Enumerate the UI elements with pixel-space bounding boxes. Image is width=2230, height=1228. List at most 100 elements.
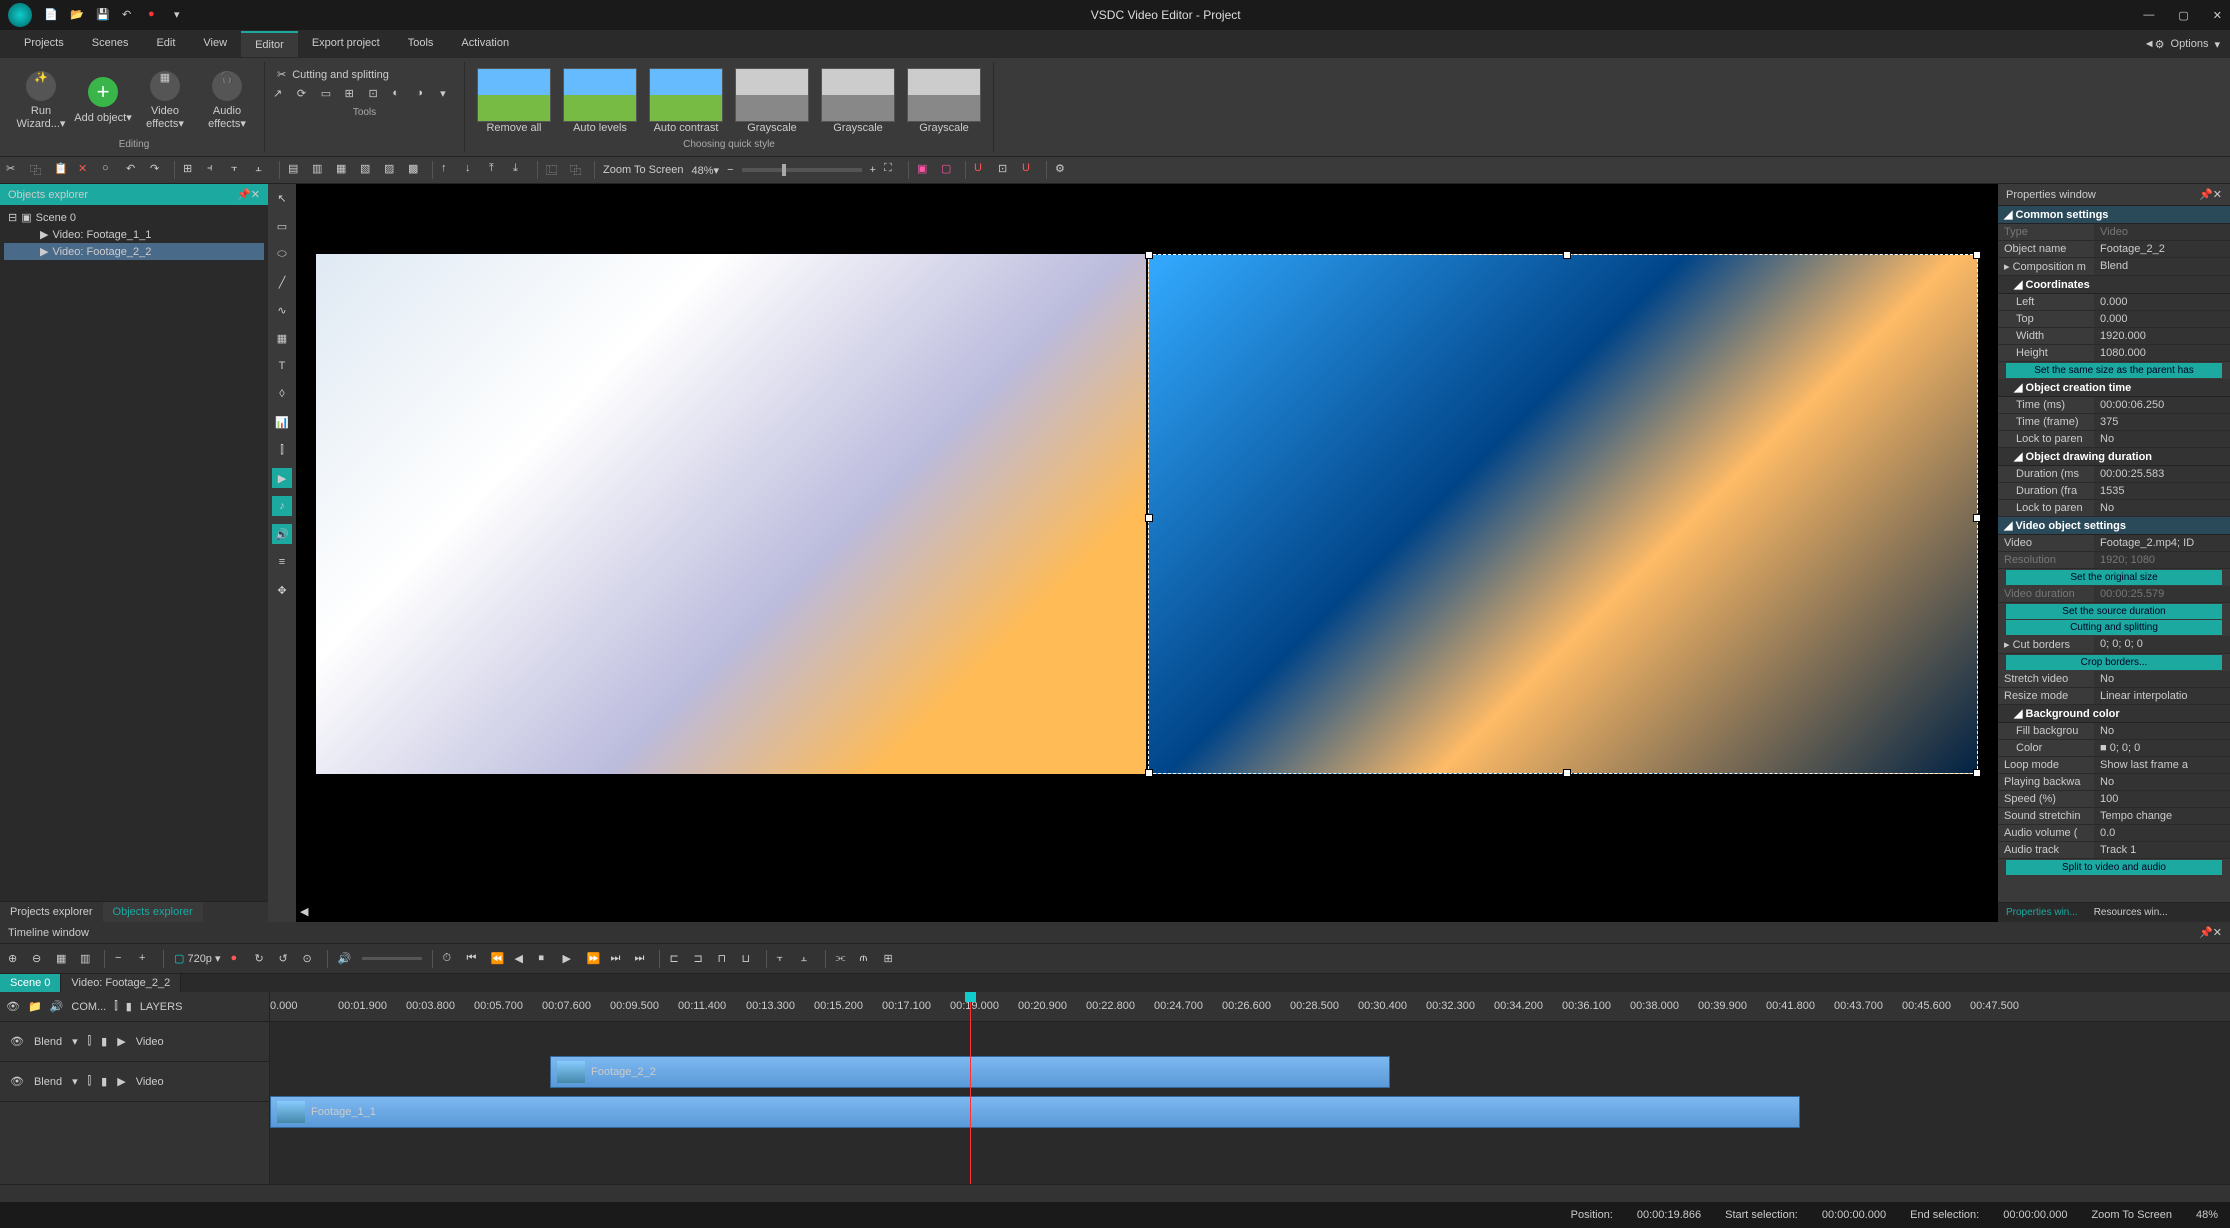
eye-icon[interactable]: 👁	[6, 1000, 20, 1013]
align-icon-6[interactable]: ▥	[312, 162, 328, 178]
add-object-button[interactable]: +Add object▾	[74, 65, 132, 137]
clip-Footage_1_1[interactable]: Footage_1_1	[270, 1096, 1800, 1128]
delete-icon[interactable]: ✕	[78, 162, 94, 178]
copy-icon[interactable]: ⿻	[30, 162, 46, 178]
preview-clip-2-selected[interactable]	[1148, 254, 1978, 774]
tl-play-icon[interactable]: ▶	[563, 952, 577, 966]
tl-clock-icon[interactable]: ⏱	[443, 952, 457, 966]
audio2-tool[interactable]: 🔊	[272, 524, 292, 544]
resize-handle-se[interactable]	[1973, 769, 1981, 777]
resolution-dropdown[interactable]: ▢ 720p ▾	[174, 952, 221, 965]
prop-lock-to-paren[interactable]: Lock to parenNo	[1998, 500, 2230, 517]
speaker-icon[interactable]: 🔊	[50, 1000, 64, 1013]
arrow-bottom-icon[interactable]: ⤓	[513, 162, 529, 178]
tl-stop-icon[interactable]: ⏹	[539, 952, 553, 966]
pin-icon[interactable]: 📌	[2199, 188, 2213, 201]
align-icon-10[interactable]: ▩	[408, 162, 424, 178]
ungroup-icon[interactable]: ⿻	[570, 162, 586, 178]
resize-handle-w[interactable]	[1145, 514, 1153, 522]
chevron-down-icon[interactable]: ▾	[72, 1035, 78, 1048]
tl-marker2-icon[interactable]: ⊐	[694, 952, 708, 966]
prop-lock-to-paren[interactable]: Lock to parenNo	[1998, 431, 2230, 448]
align-icon-2[interactable]: ⫞	[207, 162, 223, 178]
audio-tool[interactable]: ♪	[272, 496, 292, 516]
prop-object-name[interactable]: Object nameFootage_2_2	[1998, 241, 2230, 258]
tl-first-icon[interactable]: ⏮	[467, 952, 481, 966]
right-tab[interactable]: Properties win...	[1998, 903, 2086, 922]
quickstyle-4[interactable]: Grayscale	[817, 68, 899, 134]
zoom-out-icon[interactable]: −	[727, 164, 733, 176]
tool-icon-7[interactable]: ◑	[416, 87, 432, 103]
prop-left[interactable]: Left0.000	[1998, 294, 2230, 311]
prop-btn-crop-borders-[interactable]: Crop borders...	[2006, 655, 2222, 670]
quickstyle-2[interactable]: Auto contrast	[645, 68, 727, 134]
u-icon-2[interactable]: ⊡	[998, 162, 1014, 178]
options-button[interactable]: ⚙ Options ▾	[2155, 38, 2220, 51]
tl-add-icon[interactable]: ⊕	[8, 952, 22, 966]
playhead[interactable]	[970, 992, 971, 1184]
shape-icon[interactable]: ○	[102, 162, 118, 178]
tl-split1-icon[interactable]: ⫟	[777, 952, 791, 966]
prop-audio-volume-[interactable]: Audio volume (0.0	[1998, 825, 2230, 842]
scroll-left-icon[interactable]: ◀	[300, 905, 308, 918]
close-button[interactable]: ✕	[2213, 9, 2222, 22]
tl-end-icon[interactable]: ⏭	[635, 952, 649, 966]
tl-sync-icon[interactable]: ⊙	[303, 952, 317, 966]
eye-icon[interactable]: 👁	[10, 1035, 24, 1048]
arrow-up-icon[interactable]: ↑	[441, 162, 457, 178]
prop-speed-[interactable]: Speed (%)100	[1998, 791, 2230, 808]
menu-editor[interactable]: Editor	[241, 31, 298, 57]
prop-top[interactable]: Top0.000	[1998, 311, 2230, 328]
maximize-button[interactable]: ▢	[2178, 9, 2188, 22]
timeline-ruler[interactable]: 0.00000:01.90000:03.80000:05.70000:07.60…	[270, 992, 2230, 1022]
right-tab[interactable]: Resources win...	[2086, 903, 2176, 922]
chevron-down-icon[interactable]: ▾	[72, 1075, 78, 1088]
quickstyle-0[interactable]: Remove all	[473, 68, 555, 134]
tree-root[interactable]: ⊟ ▣ Scene 0	[4, 209, 264, 226]
prop-video-duration[interactable]: Video duration00:00:25.579	[1998, 586, 2230, 603]
resize-handle-ne[interactable]	[1973, 251, 1981, 259]
prop-color[interactable]: Color■ 0; 0; 0	[1998, 740, 2230, 757]
align-icon-7[interactable]: ▦	[336, 162, 352, 178]
cursor-tool[interactable]: ↖	[272, 188, 292, 208]
menu-tools[interactable]: Tools	[394, 31, 448, 57]
undo-icon[interactable]: ↶	[126, 162, 142, 178]
tl-prev-icon[interactable]: ⏪	[491, 952, 505, 966]
quickstyle-3[interactable]: Grayscale	[731, 68, 813, 134]
prop-playing-backwa[interactable]: Playing backwaNo	[1998, 774, 2230, 791]
volume-slider[interactable]	[362, 957, 422, 960]
preview-canvas[interactable]: ◀	[296, 184, 1998, 922]
quickstyle-5[interactable]: Grayscale	[903, 68, 985, 134]
tl-unlink-icon[interactable]: ⫙	[860, 952, 874, 966]
tl-marker3-icon[interactable]: ⊓	[718, 952, 732, 966]
tl-link-icon[interactable]: ⫘	[836, 952, 850, 966]
qat-open-icon[interactable]: 📂	[70, 8, 84, 22]
qat-record-icon[interactable]: ●	[148, 8, 162, 22]
tl-record-icon[interactable]: ●	[231, 952, 245, 966]
prop-width[interactable]: Width1920.000	[1998, 328, 2230, 345]
tl-marker4-icon[interactable]: ⊔	[742, 952, 756, 966]
paste-icon[interactable]: 📋	[54, 162, 70, 178]
prop-resize-mode[interactable]: Resize modeLinear interpolatio	[1998, 688, 2230, 705]
eye-icon[interactable]: 👁	[10, 1075, 24, 1088]
tl-volume-icon[interactable]: 🔊	[338, 952, 352, 966]
audio-effects-button[interactable]: 🎧Audio effects▾	[198, 65, 256, 137]
chart-tool[interactable]: 📊	[272, 412, 292, 432]
panel-close-icon[interactable]: ✕	[251, 188, 260, 201]
tree-item-1[interactable]: ▶Video: Footage_2_2	[4, 243, 264, 260]
timeline-tab[interactable]: Scene 0	[0, 974, 61, 992]
prop-btn-set-the-same-size-as-the-parent-has[interactable]: Set the same size as the parent has	[2006, 363, 2222, 378]
tl-block-icon[interactable]: ▦	[56, 952, 70, 966]
left-tab-projects-explorer[interactable]: Projects explorer	[0, 902, 103, 922]
resize-handle-e[interactable]	[1973, 514, 1981, 522]
menu-activation[interactable]: Activation	[447, 31, 523, 57]
tool-icon-3[interactable]: ▭	[321, 87, 337, 103]
image-tool[interactable]: ▦	[272, 328, 292, 348]
timeline-tab[interactable]: Video: Footage_2_2	[61, 974, 181, 992]
align-icon-9[interactable]: ▨	[384, 162, 400, 178]
qat-new-icon[interactable]: 📄	[44, 8, 58, 22]
prop-btn-split-to-video-and-audio[interactable]: Split to video and audio	[2006, 860, 2222, 875]
freeline-tool[interactable]: ∿	[272, 300, 292, 320]
prop-video[interactable]: VideoFootage_2.mp4; ID	[1998, 535, 2230, 552]
layer-row-1[interactable]: 👁Blend▾⫿▮▶Video	[0, 1062, 269, 1102]
